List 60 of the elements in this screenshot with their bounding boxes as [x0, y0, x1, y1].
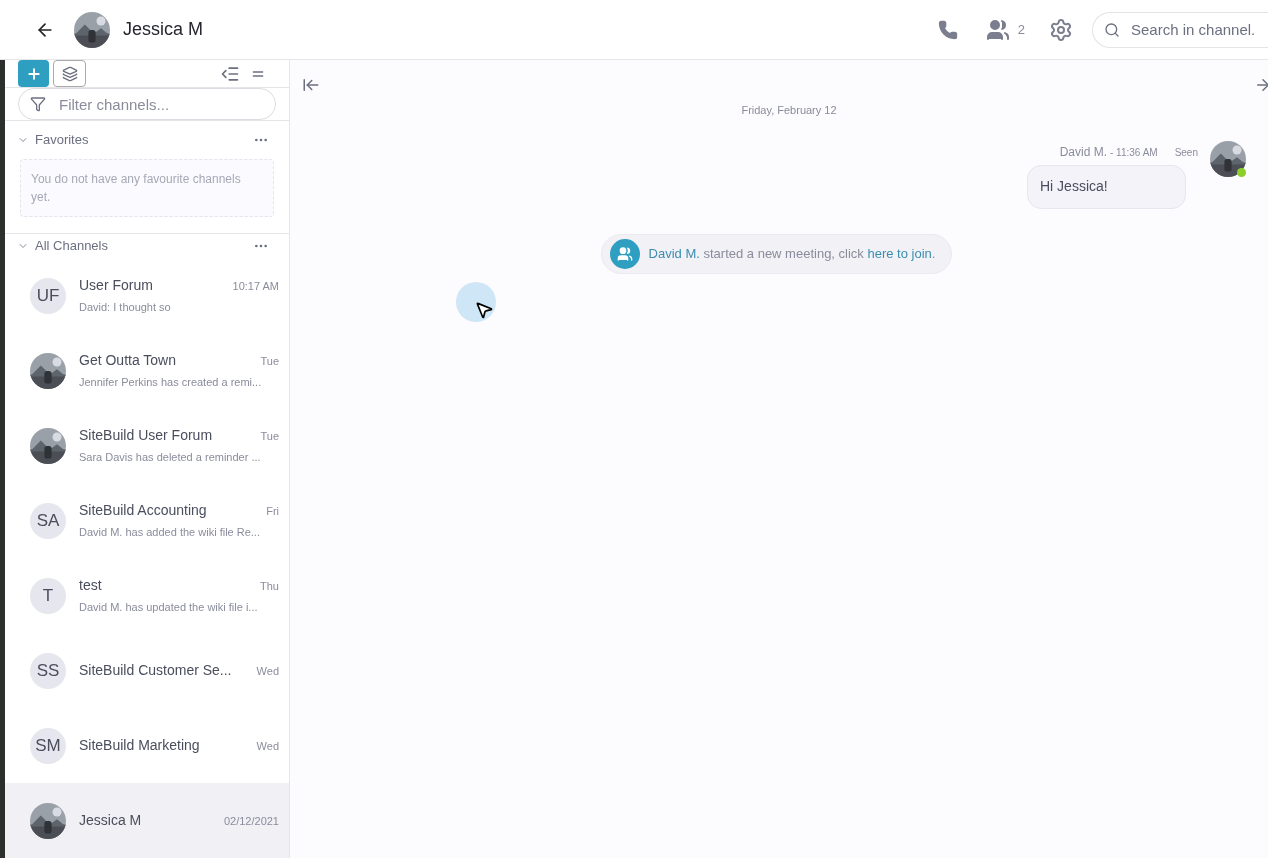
channel-preview: Sara Davis has deleted a reminder ... [79, 450, 262, 466]
channel-time: Wed [256, 664, 279, 679]
channel-avatar: SM [30, 727, 66, 764]
collapse-sidebar-icon[interactable] [302, 76, 320, 94]
channel-name: User Forum [79, 276, 153, 296]
channel-item[interactable]: UF User Forum 10:17 AM David: I thought so [5, 258, 289, 333]
message-time: - 11:36 AM [1110, 145, 1158, 160]
channel-item[interactable]: SiteBuild User Forum Tue Sara Davis has deleted a reminder ... [5, 408, 289, 483]
layers-button[interactable] [53, 60, 86, 87]
meeting-text: David M. started a new meeting, click here to join. [648, 244, 936, 263]
members-count: 2 [1017, 20, 1025, 39]
cursor-icon [456, 282, 496, 322]
section-title: Favorites [35, 131, 89, 150]
message-bubble: Hi Jessica! [1027, 164, 1186, 209]
channel-item[interactable]: SS SiteBuild Customer Se... Wed [5, 633, 289, 708]
channel-name: test [79, 576, 102, 596]
channel-time: Tue [260, 354, 279, 370]
channel-item[interactable]: T test Thu David M. has updated the wiki file i... [5, 558, 289, 633]
message-author: David M. [1059, 143, 1107, 161]
meeting-icon [609, 238, 640, 269]
add-button[interactable] [18, 60, 49, 87]
channel-name: SiteBuild User Forum [79, 426, 213, 446]
channel-avatar: SA [30, 502, 66, 539]
channel-avatar: SS [30, 652, 66, 689]
channel-preview: Jennifer Perkins has created a remi... [79, 375, 263, 391]
expand-panel-icon[interactable] [1254, 76, 1268, 94]
channel-preview: David M. has updated the wiki file i... [79, 600, 259, 616]
members-icon[interactable] [985, 17, 1010, 42]
channel-name: Jessica M [79, 811, 142, 830]
search-field[interactable]: Search in channel. [1092, 11, 1268, 48]
search-icon [1104, 21, 1120, 38]
chat-title: Jessica M [123, 18, 203, 41]
channel-preview: David: I thought so [79, 300, 172, 316]
channel-preview: David M. has added the wiki file Re... [79, 525, 261, 541]
channel-item[interactable]: SM SiteBuild Marketing Wed [5, 708, 289, 783]
empty-favorites-note: You do not have any favourite channels yet. [20, 159, 274, 217]
channel-time: Tue [260, 429, 279, 445]
channel-name: SiteBuild Accounting [79, 501, 207, 521]
channel-name: SiteBuild Marketing [79, 736, 200, 755]
channel-time: Wed [256, 739, 279, 754]
channel-avatar: T [30, 577, 66, 614]
settings-icon[interactable] [1049, 17, 1073, 42]
filter-icon [30, 96, 46, 112]
date-separator: Friday, February 12 [741, 103, 837, 118]
filter-field[interactable]: Filter channels... [18, 88, 276, 120]
channel-item[interactable]: Get Outta Town Tue Jennifer Perkins has created a remi... [5, 333, 289, 408]
channel-time: 02/12/2021 [223, 814, 279, 829]
section-title: All Channels [35, 237, 108, 256]
channel-time: Fri [266, 504, 279, 520]
channel-avatar: UF [30, 277, 66, 314]
plus-icon [25, 65, 42, 82]
channel-item[interactable]: SA SiteBuild Accounting Fri David M. has added the wiki file Re... [5, 483, 289, 558]
seen-status: Seen [1174, 145, 1198, 160]
layers-icon [61, 65, 78, 82]
channel-time: 10:17 AM [232, 279, 279, 295]
channel-name: Get Outta Town [79, 351, 176, 371]
channel-name: SiteBuild Customer Se... [79, 661, 232, 680]
channel-item[interactable]: Jessica M 02/12/2021 [5, 783, 289, 858]
channel-time: Thu [260, 579, 279, 595]
phone-icon[interactable] [937, 19, 958, 40]
